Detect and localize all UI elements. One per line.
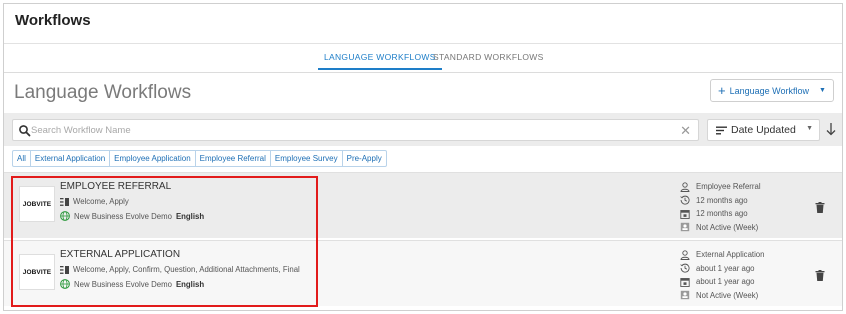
filter-all[interactable]: All <box>12 150 31 167</box>
search-input[interactable] <box>31 122 671 139</box>
add-button-label: Language Workflow <box>729 85 810 96</box>
clear-search-icon[interactable]: ✕ <box>680 123 691 139</box>
trash-icon[interactable] <box>815 270 825 281</box>
workflow-meta: External Application about 1 year ago ab… <box>680 248 764 302</box>
tab-standard-workflows[interactable]: STANDARD WORKFLOWS <box>433 52 544 62</box>
app-title: Workflows <box>15 12 91 29</box>
workflow-steps-text: Welcome, Apply <box>73 197 129 206</box>
search-toolbar: ✕ Date Updated ▼ <box>4 113 842 146</box>
status-icon <box>680 291 690 300</box>
steps-list-icon <box>60 265 69 274</box>
calendar-icon <box>680 277 690 287</box>
workflow-created: about 1 year ago <box>696 263 755 273</box>
workflow-updated: about 1 year ago <box>696 277 755 287</box>
workflow-company: New Business Evolve Demo English <box>60 279 204 289</box>
filter-external-application[interactable]: External Application <box>29 150 111 167</box>
search-icon <box>19 125 31 137</box>
filter-employee-referral[interactable]: Employee Referral <box>194 150 271 167</box>
workflow-tabs: LANGUAGE WORKFLOWS STANDARD WORKFLOWS <box>4 44 842 73</box>
add-language-workflow-button[interactable]: + Language Workflow ▼ <box>710 79 834 102</box>
globe-icon <box>60 279 70 289</box>
chevron-down-icon: ▼ <box>806 125 813 132</box>
workflow-company: New Business Evolve Demo English <box>60 211 204 221</box>
workflow-name: EMPLOYEE REFERRAL <box>60 181 172 192</box>
company-name: New Business Evolve Demo <box>74 211 172 221</box>
company-name: New Business Evolve Demo <box>74 279 172 289</box>
globe-icon <box>60 211 70 221</box>
workflow-name: EXTERNAL APPLICATION <box>60 249 181 260</box>
search-box: ✕ <box>12 119 699 141</box>
sort-lines-icon <box>716 126 727 134</box>
filter-employee-application[interactable]: Employee Application <box>109 150 196 167</box>
workflow-steps: Welcome, Apply, Confirm, Question, Addit… <box>60 265 300 274</box>
company-logo: JOBVITE <box>19 254 55 290</box>
workflow-language: English <box>175 211 205 221</box>
workflow-updated: 12 months ago <box>696 209 748 219</box>
top-bar: Workflows <box>4 4 842 44</box>
workflow-steps: Welcome, Apply <box>60 197 129 206</box>
filter-employee-survey[interactable]: Employee Survey <box>269 150 343 167</box>
sort-direction-arrow-icon[interactable] <box>825 122 837 136</box>
sort-select-label: Date Updated <box>731 124 796 136</box>
calendar-icon <box>680 209 690 219</box>
status-icon <box>680 223 690 232</box>
workflow-language: English <box>175 279 205 289</box>
tab-language-workflows[interactable]: LANGUAGE WORKFLOWS <box>318 52 442 70</box>
person-icon <box>680 182 690 192</box>
sort-select[interactable]: Date Updated ▼ <box>707 119 820 141</box>
workflow-meta: Employee Referral 12 months ago 12 month… <box>680 180 761 234</box>
history-clock-icon <box>680 263 690 273</box>
workflow-type: Employee Referral <box>696 182 761 192</box>
page-title: Language Workflows <box>14 82 192 103</box>
workflow-status: Not Active (Week) <box>696 222 759 232</box>
workflow-row[interactable]: JOBVITE EXTERNAL APPLICATION Welcome, Ap… <box>4 240 842 306</box>
workflows-window: Workflows LANGUAGE WORKFLOWS STANDARD WO… <box>3 3 843 311</box>
trash-icon[interactable] <box>815 202 825 213</box>
workflow-steps-text: Welcome, Apply, Confirm, Question, Addit… <box>73 265 300 274</box>
workflow-row[interactable]: JOBVITE EMPLOYEE REFERRAL Welcome, Apply… <box>4 172 842 238</box>
steps-list-icon <box>60 197 69 206</box>
workflow-created: 12 months ago <box>696 195 748 205</box>
person-icon <box>680 250 690 260</box>
workflow-status: Not Active (Week) <box>696 290 759 300</box>
company-logo: JOBVITE <box>19 186 55 222</box>
filter-pre-apply[interactable]: Pre-Apply <box>341 150 387 167</box>
plus-icon: + <box>718 83 726 98</box>
workflow-type: External Application <box>696 250 765 260</box>
chevron-down-icon: ▼ <box>819 87 826 94</box>
type-filter-chips: All External Application Employee Applic… <box>12 150 387 167</box>
history-clock-icon <box>680 195 690 205</box>
